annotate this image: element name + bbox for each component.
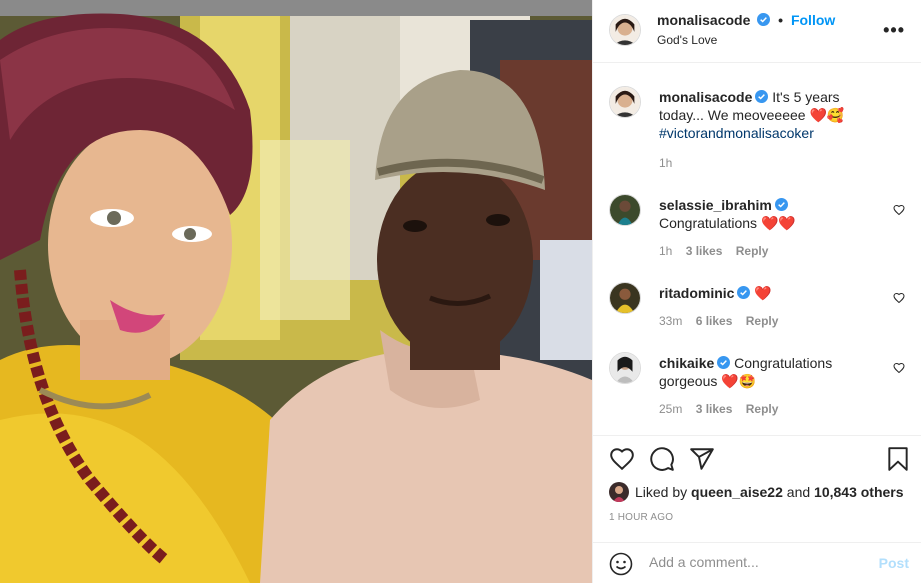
author-username[interactable]: monalisacode — [657, 12, 750, 28]
comment-list: monalisacode It's 5 years today... We me… — [593, 64, 921, 434]
caption-hashtag[interactable]: #victorandmonalisacoker — [659, 125, 814, 141]
comment-body: selassie_ibrahim Congratulations ❤️❤️ — [659, 196, 875, 232]
add-comment-bar: Post — [593, 542, 921, 583]
heart-icon[interactable] — [893, 362, 905, 374]
comment-input[interactable] — [649, 554, 859, 570]
comment-item: selassie_ibrahim Congratulations ❤️❤️ 1h… — [609, 194, 905, 264]
post-actions: Liked by queen_aise22 and 10,843 others … — [593, 435, 921, 583]
reply-button[interactable]: Reply — [746, 314, 779, 328]
comment-button[interactable] — [649, 446, 675, 472]
post-panel: monalisacode • Follow God's Love ••• mon… — [592, 0, 921, 583]
save-button[interactable] — [885, 446, 911, 472]
caption-avatar[interactable] — [609, 86, 641, 118]
share-icon — [690, 448, 714, 470]
comment-likes[interactable]: 6 likes — [696, 314, 733, 328]
heart-icon — [610, 448, 634, 471]
photo-illustration — [0, 0, 592, 583]
post-photo[interactable] — [0, 0, 592, 583]
liked-by-conj: and — [786, 484, 811, 500]
smile-icon[interactable] — [609, 552, 633, 576]
comment-text: Congratulations — [659, 215, 758, 231]
comment-meta: 25m 3 likes Reply — [659, 402, 788, 416]
verified-icon — [757, 13, 771, 26]
commenter-avatar[interactable] — [609, 352, 641, 384]
comment-time[interactable]: 33m — [659, 314, 682, 328]
follow-button[interactable]: Follow — [791, 12, 835, 28]
more-icon[interactable]: ••• — [883, 20, 905, 41]
caption-body: monalisacode It's 5 years today... We me… — [659, 88, 875, 142]
verified-icon — [717, 356, 731, 369]
caption: monalisacode It's 5 years today... We me… — [609, 86, 905, 176]
caption-time[interactable]: 1h — [659, 156, 672, 170]
separator-dot: • — [778, 12, 784, 28]
comment-emoji: ❤️❤️ — [760, 215, 796, 231]
comment-username[interactable]: selassie_ibrahim — [659, 197, 772, 213]
heart-icon[interactable] — [893, 292, 905, 304]
comment-likes[interactable]: 3 likes — [696, 402, 733, 416]
comment-time[interactable]: 25m — [659, 402, 682, 416]
comment-item: chikaike Congratulations gorgeous ❤️🤩 25… — [609, 352, 905, 422]
comment-emoji: ❤️ — [754, 285, 772, 301]
comment-username[interactable]: ritadominic — [659, 285, 734, 301]
author-line: monalisacode • Follow — [657, 12, 835, 28]
commenter-avatar[interactable] — [609, 282, 641, 314]
liked-by-prefix: Liked by — [635, 484, 688, 500]
liker-avatar[interactable] — [609, 482, 629, 502]
comment-body: chikaike Congratulations gorgeous ❤️🤩 — [659, 354, 875, 390]
liked-by: Liked by queen_aise22 and 10,843 others — [609, 482, 904, 502]
comment-username[interactable]: chikaike — [659, 355, 714, 371]
comment-meta: 1h 3 likes Reply — [659, 244, 778, 258]
verified-icon — [774, 198, 788, 211]
bookmark-icon — [888, 447, 908, 471]
comment-emoji: ❤️🤩 — [721, 373, 757, 389]
liked-by-others[interactable]: 10,843 others — [814, 484, 904, 500]
author-avatar[interactable] — [609, 14, 641, 46]
reply-button[interactable]: Reply — [736, 244, 769, 258]
comment-icon — [650, 447, 674, 471]
comment-meta: 33m 6 likes Reply — [659, 314, 788, 328]
comment-likes[interactable]: 3 likes — [686, 244, 723, 258]
like-button[interactable] — [609, 446, 635, 472]
caption-meta: 1h — [659, 156, 682, 170]
post-header: monalisacode • Follow God's Love ••• — [593, 0, 921, 63]
comment-body: ritadominic ❤️ — [659, 284, 875, 302]
verified-icon — [755, 90, 769, 103]
post-location[interactable]: God's Love — [657, 33, 717, 47]
post-button[interactable]: Post — [879, 555, 909, 571]
liked-by-user[interactable]: queen_aise22 — [691, 484, 783, 500]
heart-icon[interactable] — [893, 204, 905, 216]
comment-item: ritadominic ❤️ 33m 6 likes Reply — [609, 282, 905, 352]
share-button[interactable] — [689, 446, 715, 472]
post-timestamp[interactable]: 1 HOUR AGO — [609, 512, 673, 523]
caption-username[interactable]: monalisacode — [659, 89, 752, 105]
commenter-avatar[interactable] — [609, 194, 641, 226]
comment-time[interactable]: 1h — [659, 244, 672, 258]
reply-button[interactable]: Reply — [746, 402, 779, 416]
verified-icon — [737, 286, 751, 299]
caption-emoji: ❤️🥰 — [809, 107, 845, 123]
